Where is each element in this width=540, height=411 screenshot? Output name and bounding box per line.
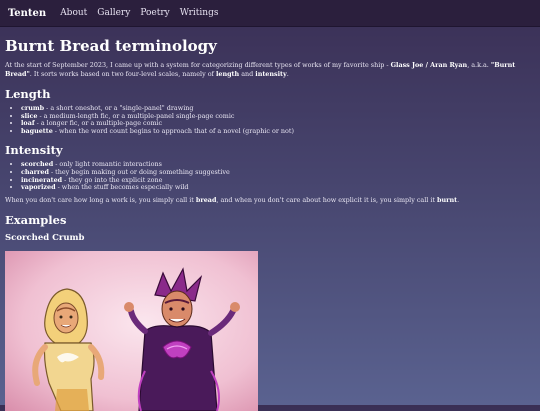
summary-text-2: , and when you don't care about how expl… [216, 195, 437, 204]
summary-text-1: When you don't care how long a work is, … [5, 195, 196, 204]
term: baguette [21, 126, 53, 135]
ship-name: Glass Joe / Aran Ryan [390, 61, 468, 69]
word-burnt: burnt [436, 195, 458, 204]
intensity-list: scorched - only light romantic interacti… [5, 161, 535, 191]
nav-link-about[interactable]: About [60, 8, 87, 18]
examples-heading: Examples [5, 212, 67, 227]
navbar: Tenten About Gallery Poetry Writings [0, 0, 540, 27]
main-content: Burnt Bread terminology At the start of … [0, 27, 540, 411]
summary-paragraph: When you don't care how long a work is, … [5, 196, 535, 205]
example-artwork[interactable] [5, 250, 258, 411]
artwork-illustration [5, 250, 258, 411]
nav-link-gallery[interactable]: Gallery [97, 8, 130, 18]
intro-text-4: and [239, 70, 256, 78]
intro-text-1: At the start of September 2023, I came u… [5, 61, 391, 69]
list-item: baguette - when the word count begins to… [21, 126, 535, 136]
nav-link-poetry[interactable]: Poetry [140, 8, 169, 18]
page-title: Burnt Bread terminology [5, 37, 217, 55]
term-description: - when the word count begins to approach… [52, 126, 294, 135]
length-list: crumb - a short oneshot, or a "single-pa… [5, 104, 535, 136]
intro-paragraph: At the start of September 2023, I came u… [5, 61, 535, 79]
list-item: vaporized - when the stuff becomes espec… [21, 183, 535, 192]
intro-text-3: . It sorts works based on two four-level… [29, 70, 216, 78]
site-brand-link[interactable]: Tenten [8, 8, 46, 19]
length-heading: Length [5, 87, 51, 101]
word-bread: bread [195, 195, 217, 204]
intro-text-2: , a.k.a. [467, 61, 491, 69]
artwork-background [5, 250, 258, 411]
term-description: - when the stuff becomes especially wild [55, 183, 189, 192]
example-title: Scorched Crumb [5, 232, 85, 243]
intensity-heading: Intensity [5, 143, 63, 158]
summary-text-3: . [457, 195, 460, 204]
term: vaporized [21, 183, 56, 192]
nav-link-writings[interactable]: Writings [180, 8, 219, 18]
scale-length: length [215, 70, 240, 78]
intro-text-5: . [286, 70, 289, 78]
scale-intensity: intensity [255, 70, 287, 78]
